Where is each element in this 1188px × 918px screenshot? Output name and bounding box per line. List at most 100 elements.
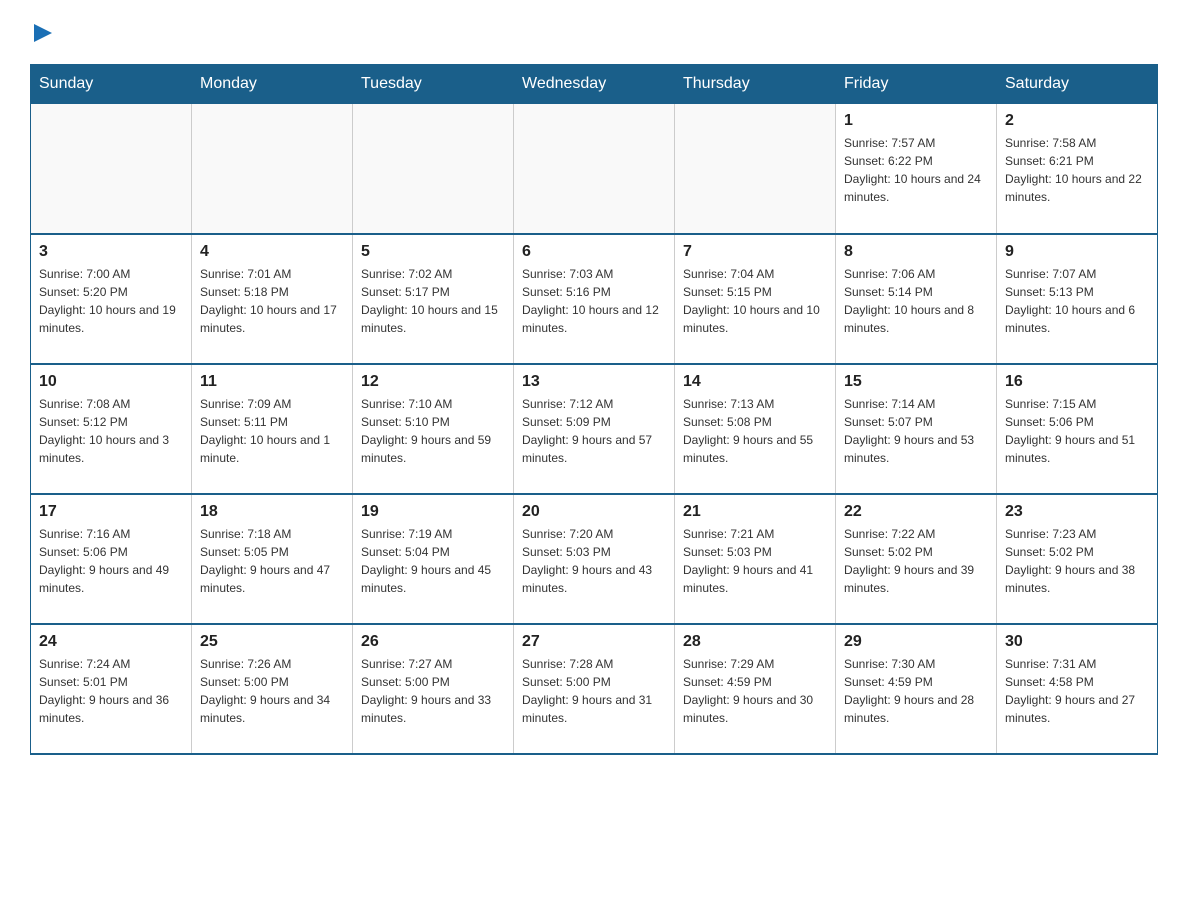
- day-number: 13: [522, 373, 666, 391]
- page-header: [30, 20, 1158, 44]
- weekday-header-wednesday: Wednesday: [514, 65, 675, 104]
- calendar-cell: [514, 104, 675, 234]
- calendar-cell: [192, 104, 353, 234]
- day-number: 7: [683, 243, 827, 261]
- day-number: 21: [683, 503, 827, 521]
- day-sun-info: Sunrise: 7:31 AMSunset: 4:58 PMDaylight:…: [1005, 655, 1149, 727]
- calendar-cell: 1Sunrise: 7:57 AMSunset: 6:22 PMDaylight…: [836, 104, 997, 234]
- calendar-cell: 11 Sunrise: 7:09 AMSunset: 5:11 PMDayligh…: [192, 364, 353, 494]
- day-number: 28: [683, 633, 827, 651]
- calendar-cell: [675, 104, 836, 234]
- calendar-cell: 24 Sunrise: 7:24 AMSunset: 5:01 PMDayligh…: [31, 624, 192, 754]
- calendar-cell: 16 Sunrise: 7:15 AMSunset: 5:06 PMDayligh…: [997, 364, 1158, 494]
- calendar-cell: 20Sunrise: 7:20 AMSunset: 5:03 PMDayligh…: [514, 494, 675, 624]
- calendar-table: SundayMondayTuesdayWednesdayThursdayFrid…: [30, 64, 1158, 755]
- weekday-header-row: SundayMondayTuesdayWednesdayThursdayFrid…: [31, 65, 1158, 104]
- day-number: 17: [39, 503, 183, 521]
- day-sun-info: Sunrise: 7:30 AMSunset: 4:59 PMDaylight:…: [844, 655, 988, 727]
- calendar-cell: 9 Sunrise: 7:07 AMSunset: 5:13 PMDaylight…: [997, 234, 1158, 364]
- calendar-cell: 25 Sunrise: 7:26 AMSunset: 5:00 PMDayligh…: [192, 624, 353, 754]
- day-number: 11: [200, 373, 344, 391]
- day-sun-info: Sunrise: 7:22 AMSunset: 5:02 PMDaylight:…: [844, 525, 988, 597]
- day-sun-info: Sunrise: 7:04 AMSunset: 5:15 PMDaylight:…: [683, 265, 827, 337]
- calendar-cell: 27 Sunrise: 7:28 AMSunset: 5:00 PMDayligh…: [514, 624, 675, 754]
- day-sun-info: Sunrise: 7:21 AMSunset: 5:03 PMDaylight:…: [683, 525, 827, 597]
- calendar-cell: 21 Sunrise: 7:21 AMSunset: 5:03 PMDayligh…: [675, 494, 836, 624]
- calendar-cell: 5Sunrise: 7:02 AMSunset: 5:17 PMDaylight…: [353, 234, 514, 364]
- calendar-cell: 6 Sunrise: 7:03 AMSunset: 5:16 PMDaylight…: [514, 234, 675, 364]
- calendar-cell: 12 Sunrise: 7:10 AMSunset: 5:10 PMDayligh…: [353, 364, 514, 494]
- calendar-cell: 30 Sunrise: 7:31 AMSunset: 4:58 PMDayligh…: [997, 624, 1158, 754]
- day-sun-info: Sunrise: 7:01 AMSunset: 5:18 PMDaylight:…: [200, 265, 344, 337]
- weekday-header-saturday: Saturday: [997, 65, 1158, 104]
- day-number: 19: [361, 503, 505, 521]
- calendar-cell: 29 Sunrise: 7:30 AMSunset: 4:59 PMDayligh…: [836, 624, 997, 754]
- day-number: 24: [39, 633, 183, 651]
- day-number: 3: [39, 243, 183, 261]
- calendar-cell: 28 Sunrise: 7:29 AMSunset: 4:59 PMDayligh…: [675, 624, 836, 754]
- day-sun-info: Sunrise: 7:12 AMSunset: 5:09 PMDaylight:…: [522, 395, 666, 467]
- day-number: 4: [200, 243, 344, 261]
- day-sun-info: Sunrise: 7:19 AMSunset: 5:04 PMDaylight:…: [361, 525, 505, 597]
- day-number: 5: [361, 243, 505, 261]
- day-sun-info: Sunrise: 7:28 AMSunset: 5:00 PMDaylight:…: [522, 655, 666, 727]
- day-number: 23: [1005, 503, 1149, 521]
- calendar-cell: [31, 104, 192, 234]
- day-sun-info: Sunrise: 7:20 AMSunset: 5:03 PMDaylight:…: [522, 525, 666, 597]
- day-sun-info: Sunrise: 7:16 AMSunset: 5:06 PMDaylight:…: [39, 525, 183, 597]
- day-number: 29: [844, 633, 988, 651]
- day-sun-info: Sunrise: 7:24 AMSunset: 5:01 PMDaylight:…: [39, 655, 183, 727]
- day-number: 14: [683, 373, 827, 391]
- day-number: 15: [844, 373, 988, 391]
- calendar-cell: 10Sunrise: 7:08 AMSunset: 5:12 PMDayligh…: [31, 364, 192, 494]
- day-sun-info: Sunrise: 7:13 AMSunset: 5:08 PMDaylight:…: [683, 395, 827, 467]
- day-sun-info: Sunrise: 7:10 AMSunset: 5:10 PMDaylight:…: [361, 395, 505, 467]
- logo: [30, 20, 54, 44]
- day-sun-info: Sunrise: 7:26 AMSunset: 5:00 PMDaylight:…: [200, 655, 344, 727]
- calendar-cell: [353, 104, 514, 234]
- day-sun-info: Sunrise: 7:29 AMSunset: 4:59 PMDaylight:…: [683, 655, 827, 727]
- day-sun-info: Sunrise: 7:14 AMSunset: 5:07 PMDaylight:…: [844, 395, 988, 467]
- day-number: 6: [522, 243, 666, 261]
- day-sun-info: Sunrise: 7:58 AMSunset: 6:21 PMDaylight:…: [1005, 134, 1149, 206]
- day-sun-info: Sunrise: 7:06 AMSunset: 5:14 PMDaylight:…: [844, 265, 988, 337]
- calendar-cell: 14 Sunrise: 7:13 AMSunset: 5:08 PMDayligh…: [675, 364, 836, 494]
- calendar-cell: 3 Sunrise: 7:00 AMSunset: 5:20 PMDaylight…: [31, 234, 192, 364]
- calendar-cell: 2Sunrise: 7:58 AMSunset: 6:21 PMDaylight…: [997, 104, 1158, 234]
- day-sun-info: Sunrise: 7:15 AMSunset: 5:06 PMDaylight:…: [1005, 395, 1149, 467]
- calendar-week-row: 1Sunrise: 7:57 AMSunset: 6:22 PMDaylight…: [31, 104, 1158, 234]
- calendar-cell: 8Sunrise: 7:06 AMSunset: 5:14 PMDaylight…: [836, 234, 997, 364]
- calendar-cell: 23Sunrise: 7:23 AMSunset: 5:02 PMDayligh…: [997, 494, 1158, 624]
- day-number: 18: [200, 503, 344, 521]
- day-sun-info: Sunrise: 7:18 AMSunset: 5:05 PMDaylight:…: [200, 525, 344, 597]
- weekday-header-sunday: Sunday: [31, 65, 192, 104]
- day-sun-info: Sunrise: 7:07 AMSunset: 5:13 PMDaylight:…: [1005, 265, 1149, 337]
- day-sun-info: Sunrise: 7:00 AMSunset: 5:20 PMDaylight:…: [39, 265, 183, 337]
- day-number: 26: [361, 633, 505, 651]
- day-sun-info: Sunrise: 7:03 AMSunset: 5:16 PMDaylight:…: [522, 265, 666, 337]
- calendar-cell: 17 Sunrise: 7:16 AMSunset: 5:06 PMDayligh…: [31, 494, 192, 624]
- calendar-cell: 4 Sunrise: 7:01 AMSunset: 5:18 PMDaylight…: [192, 234, 353, 364]
- calendar-cell: 7 Sunrise: 7:04 AMSunset: 5:15 PMDaylight…: [675, 234, 836, 364]
- weekday-header-tuesday: Tuesday: [353, 65, 514, 104]
- day-number: 9: [1005, 243, 1149, 261]
- day-number: 27: [522, 633, 666, 651]
- day-number: 25: [200, 633, 344, 651]
- calendar-week-row: 24 Sunrise: 7:24 AMSunset: 5:01 PMDayligh…: [31, 624, 1158, 754]
- weekday-header-monday: Monday: [192, 65, 353, 104]
- day-number: 16: [1005, 373, 1149, 391]
- day-number: 22: [844, 503, 988, 521]
- calendar-week-row: 10Sunrise: 7:08 AMSunset: 5:12 PMDayligh…: [31, 364, 1158, 494]
- weekday-header-thursday: Thursday: [675, 65, 836, 104]
- weekday-header-friday: Friday: [836, 65, 997, 104]
- calendar-cell: 26Sunrise: 7:27 AMSunset: 5:00 PMDayligh…: [353, 624, 514, 754]
- calendar-cell: 22 Sunrise: 7:22 AMSunset: 5:02 PMDayligh…: [836, 494, 997, 624]
- day-number: 10: [39, 373, 183, 391]
- logo-arrow-icon: [32, 22, 54, 44]
- day-number: 12: [361, 373, 505, 391]
- day-sun-info: Sunrise: 7:09 AMSunset: 5:11 PMDaylight:…: [200, 395, 344, 467]
- day-number: 30: [1005, 633, 1149, 651]
- day-number: 1: [844, 112, 988, 130]
- calendar-cell: 15 Sunrise: 7:14 AMSunset: 5:07 PMDayligh…: [836, 364, 997, 494]
- calendar-cell: 19 Sunrise: 7:19 AMSunset: 5:04 PMDayligh…: [353, 494, 514, 624]
